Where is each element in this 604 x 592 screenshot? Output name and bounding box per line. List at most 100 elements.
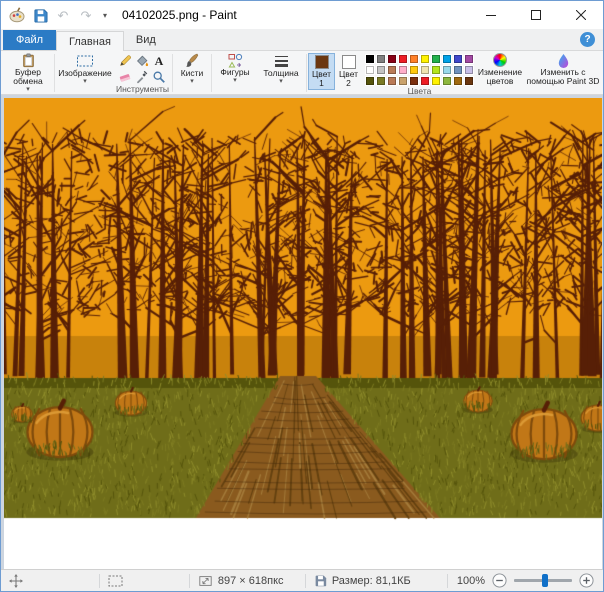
file-size-cell: Размер: 81,1КБ [306, 570, 447, 591]
caption-buttons [468, 1, 603, 29]
tab-home[interactable]: Главная [56, 31, 124, 51]
zoom-out-button[interactable] [492, 573, 507, 588]
zoom-controls: 100% [448, 570, 603, 591]
color1-button[interactable]: Цвет 1 [308, 53, 335, 90]
palette-color-0-8[interactable] [453, 54, 463, 64]
undo-icon[interactable]: ↶ [54, 6, 72, 24]
palette-color-1-5[interactable] [420, 65, 430, 75]
paint-canvas[interactable] [4, 98, 602, 569]
color-picker-tool[interactable] [135, 69, 150, 84]
palette-color-1-1[interactable] [376, 65, 386, 75]
maximize-button[interactable] [513, 1, 558, 29]
colors-group: Цвет 1 Цвет 2 Цвета Изменение цветов [308, 52, 600, 94]
palette-color-2-6[interactable] [431, 76, 441, 86]
shapes-label: Фигуры [220, 68, 249, 77]
text-tool-icon: A [155, 55, 164, 67]
clipboard-label2: обмена [13, 77, 42, 86]
palette-color-0-4[interactable] [409, 54, 419, 64]
magnifier-tool[interactable] [152, 69, 167, 84]
pencil-icon [118, 54, 132, 68]
help-icon[interactable]: ? [580, 32, 595, 47]
palette-color-1-3[interactable] [398, 65, 408, 75]
palette-color-2-5[interactable] [420, 76, 430, 86]
paint-app-icon[interactable] [8, 6, 26, 24]
palette-color-2-3[interactable] [398, 76, 408, 86]
group-divider [172, 54, 173, 92]
zoom-level: 100% [457, 575, 485, 587]
eraser-tool[interactable] [118, 69, 133, 84]
image-group-button[interactable]: Изображение ▾ [56, 52, 114, 94]
palette-color-1-9[interactable] [464, 65, 474, 75]
palette: Цвета [362, 53, 477, 93]
palette-color-2-1[interactable] [376, 76, 386, 86]
palette-color-1-8[interactable] [453, 65, 463, 75]
tab-file[interactable]: Файл [3, 30, 56, 50]
group-divider [54, 54, 55, 92]
color2-label2: 2 [346, 79, 351, 88]
palette-color-2-2[interactable] [387, 76, 397, 86]
minimize-button[interactable] [468, 1, 513, 29]
brushes-button[interactable]: Кисти ▾ [174, 52, 210, 94]
edit-colors-button[interactable]: Изменение цветов [477, 53, 523, 86]
palette-color-2-0[interactable] [365, 76, 375, 86]
zoom-in-button[interactable] [579, 573, 594, 588]
palette-color-2-9[interactable] [464, 76, 474, 86]
ribbon-tabs: Файл Главная Вид ? [1, 29, 603, 51]
palette-color-0-6[interactable] [431, 54, 441, 64]
palette-color-0-5[interactable] [420, 54, 430, 64]
palette-color-1-0[interactable] [365, 65, 375, 75]
shapes-button[interactable]: Фигуры ▾ [213, 52, 257, 94]
close-button[interactable] [558, 1, 603, 29]
palette-color-1-7[interactable] [442, 65, 452, 75]
palette-color-2-4[interactable] [409, 76, 419, 86]
palette-color-2-8[interactable] [453, 76, 463, 86]
titlebar: ↶ ↷ ▾ 04102025.png - Paint [1, 1, 603, 29]
redo-icon[interactable]: ↷ [77, 6, 95, 24]
palette-color-0-2[interactable] [387, 54, 397, 64]
palette-color-1-6[interactable] [431, 65, 441, 75]
paint-window: ↶ ↷ ▾ 04102025.png - Paint Файл Главная … [0, 0, 604, 592]
clipboard-icon [20, 53, 37, 68]
paint3d-label2: помощью Paint 3D [527, 77, 600, 86]
brushes-label: Кисти [181, 69, 204, 78]
save-icon[interactable] [31, 6, 49, 24]
thickness-dropdown-icon: ▾ [279, 78, 283, 85]
eraser-icon [118, 70, 132, 84]
quick-access-toolbar: ↶ ↷ ▾ [1, 6, 110, 24]
thickness-label: Толщина [263, 69, 298, 78]
fill-tool[interactable] [135, 53, 150, 68]
clipboard-group-button[interactable]: Буфер обмена ▾ [3, 52, 53, 94]
palette-color-0-9[interactable] [464, 54, 474, 64]
zoom-slider[interactable] [514, 579, 572, 582]
color2-button[interactable]: Цвет 2 [335, 53, 362, 90]
paint3d-icon [556, 53, 571, 68]
palette-color-1-2[interactable] [387, 65, 397, 75]
color1-swatch [315, 55, 329, 69]
edit-colors-label2: цветов [487, 77, 514, 86]
shapes-icon [227, 53, 243, 68]
tools-group: A [114, 52, 171, 94]
palette-color-0-7[interactable] [442, 54, 452, 64]
text-tool[interactable]: A [152, 53, 167, 68]
thickness-button[interactable]: Толщина ▾ [257, 52, 305, 94]
qat-dropdown-icon[interactable]: ▾ [100, 6, 110, 24]
palette-color-2-7[interactable] [442, 76, 452, 86]
group-divider [211, 54, 212, 92]
zoom-slider-thumb[interactable] [542, 574, 548, 587]
palette-color-1-4[interactable] [409, 65, 419, 75]
pencil-tool[interactable] [118, 53, 133, 68]
select-icon [76, 53, 94, 69]
brush-icon [184, 53, 200, 69]
image-dimensions-value: 897 × 618пкс [218, 575, 284, 587]
tools-grid: A [118, 53, 168, 84]
tab-view[interactable]: Вид [124, 30, 168, 50]
magnifier-icon [152, 70, 166, 84]
image-size-icon [198, 574, 213, 588]
clipboard-dropdown-icon: ▾ [26, 86, 30, 93]
colors-group-label: Цвета [408, 86, 432, 95]
palette-color-0-0[interactable] [365, 54, 375, 64]
palette-color-0-1[interactable] [376, 54, 386, 64]
paint3d-button[interactable]: Изменить с помощью Paint 3D [526, 53, 600, 86]
palette-color-0-3[interactable] [398, 54, 408, 64]
selection-size-cell [100, 570, 189, 591]
